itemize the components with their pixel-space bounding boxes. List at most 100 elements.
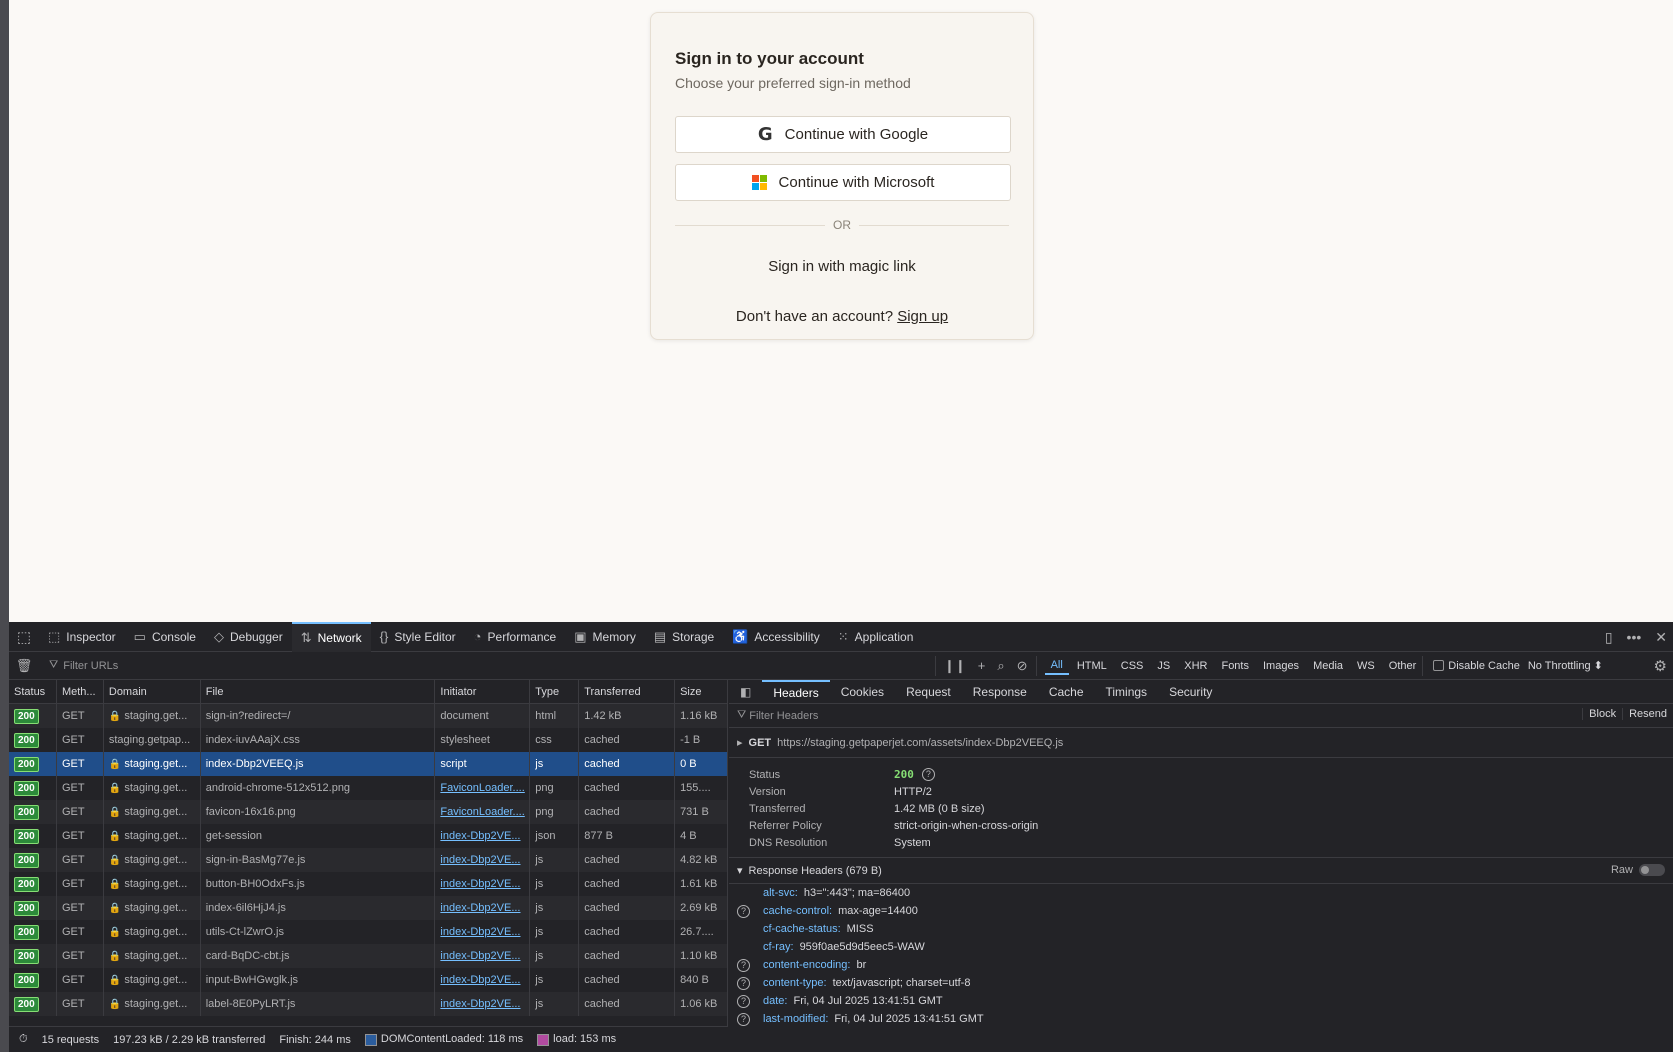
details-tab-security[interactable]: Security xyxy=(1158,680,1223,704)
transferred-text: cached xyxy=(584,782,620,794)
raw-toggle[interactable]: Raw xyxy=(1611,864,1665,876)
table-row[interactable]: 200 GET 🔒 staging.get... favicon-16x16.png Fa… xyxy=(9,800,727,824)
details-tab-cookies[interactable]: Cookies xyxy=(830,680,895,704)
block-icon[interactable]: ⊘ xyxy=(1017,658,1028,674)
table-row[interactable]: 200 GET 🔒 staging.get... index-6il6HjJ4.js in… xyxy=(9,896,727,920)
help-icon[interactable]: ? xyxy=(921,768,935,781)
initiator-text[interactable]: index-Dbp2VE... xyxy=(440,974,520,986)
type-filter-images[interactable]: Images xyxy=(1257,658,1305,674)
table-row[interactable]: 200 GET 🔒 staging.get... sign-in?redirect=/ d… xyxy=(9,704,727,728)
details-tab-response[interactable]: Response xyxy=(962,680,1038,704)
table-row[interactable]: 200 GET 🔒 staging.get... sign-in-BasMg77e.js… xyxy=(9,848,727,872)
help-icon[interactable]: ? xyxy=(737,958,750,972)
column-header-type[interactable]: Type xyxy=(530,680,580,703)
type-filter-js[interactable]: JS xyxy=(1151,658,1176,674)
initiator-text[interactable]: FaviconLoader.... xyxy=(440,806,524,818)
initiator-text[interactable]: FaviconLoader.... xyxy=(440,782,524,794)
help-icon[interactable]: ? xyxy=(737,1012,750,1026)
initiator-text[interactable]: index-Dbp2VE... xyxy=(440,902,520,914)
type-filter-ws[interactable]: WS xyxy=(1351,658,1381,674)
help-icon[interactable]: ? xyxy=(737,904,750,918)
clear-trash-icon[interactable]: 🗑 xyxy=(9,658,39,674)
pause-icon[interactable]: ❙❙ xyxy=(944,658,966,674)
table-row[interactable]: 200 GET 🔒 staging.get... utils-Ct-lZwrO.js in… xyxy=(9,920,727,944)
request-url-row[interactable]: ▸ GET https://staging.getpaperjet.com/as… xyxy=(729,728,1673,758)
details-tab-timings[interactable]: Timings xyxy=(1095,680,1159,704)
help-icon[interactable]: ? xyxy=(737,976,763,990)
table-row[interactable]: 200 GET 🔒 staging.get... button-BH0OdxFs.js i… xyxy=(9,872,727,896)
microsoft-signin-button[interactable]: Continue with Microsoft xyxy=(675,164,1011,201)
initiator-text[interactable]: index-Dbp2VE... xyxy=(440,878,520,890)
initiator-text[interactable]: index-Dbp2VE... xyxy=(440,998,520,1010)
tab-application[interactable]: ⁙ Application xyxy=(829,622,923,652)
column-header-domain[interactable]: Domain xyxy=(104,680,201,703)
more-options-icon[interactable]: ••• xyxy=(1627,629,1642,645)
type-filter-all[interactable]: All xyxy=(1044,657,1069,675)
table-row[interactable]: 200 GET staging.getpap... index-iuvAAajX.cs… xyxy=(9,728,727,752)
table-row[interactable]: 200 GET 🔒 staging.get... android-chrome-512x… xyxy=(9,776,727,800)
throttling-select[interactable]: No Throttling ⬍ xyxy=(1528,659,1603,672)
magic-link-button[interactable]: Sign in with magic link xyxy=(675,258,1009,275)
column-header-file[interactable]: File xyxy=(201,680,436,703)
type-filter-other[interactable]: Other xyxy=(1383,658,1423,674)
cell-transferred: cached xyxy=(579,920,676,944)
column-header-size[interactable]: Size xyxy=(675,680,727,703)
initiator-text[interactable]: index-Dbp2VE... xyxy=(440,830,520,842)
disable-cache-checkbox[interactable]: Disable Cache xyxy=(1433,660,1520,672)
element-picker-icon[interactable]: ⬚ xyxy=(9,622,39,652)
help-icon[interactable]: ? xyxy=(737,1012,763,1026)
type-filter-css[interactable]: CSS xyxy=(1115,658,1150,674)
details-tab-request[interactable]: Request xyxy=(895,680,962,704)
tab-style-editor[interactable]: {} Style Editor xyxy=(371,622,465,652)
column-header-transferred[interactable]: Transferred xyxy=(579,680,676,703)
filter-headers-input[interactable]: ⛛ Filter Headers Block Resend xyxy=(729,704,1673,728)
tab-memory[interactable]: ▣ Memory xyxy=(565,622,645,652)
add-icon[interactable]: + xyxy=(978,658,986,673)
tab-storage[interactable]: ▤ Storage xyxy=(645,622,723,652)
details-tab-headers[interactable]: Headers xyxy=(762,680,830,704)
help-icon[interactable]: ? xyxy=(737,904,763,918)
table-row[interactable]: 200 GET 🔒 staging.get... input-BwHGwglk.js in… xyxy=(9,968,727,992)
details-tab-cache[interactable]: Cache xyxy=(1038,680,1095,704)
tab-inspector[interactable]: ⬚ Inspector xyxy=(39,622,125,652)
toggle-sidebar-icon[interactable]: ◧ xyxy=(729,680,762,704)
signup-link[interactable]: Sign up xyxy=(897,308,948,325)
resend-button[interactable]: Resend xyxy=(1622,708,1667,720)
cell-initiator: index-Dbp2VE... xyxy=(435,992,531,1016)
help-icon[interactable]: ? xyxy=(737,976,750,990)
help-icon[interactable]: ? xyxy=(737,994,750,1008)
domain-text: staging.get... xyxy=(124,902,188,914)
tab-debugger[interactable]: ◇ Debugger xyxy=(205,622,292,652)
table-row[interactable]: 200 GET 🔒 staging.get... label-8E0PyLRT.js in… xyxy=(9,992,727,1016)
help-icon[interactable]: ? xyxy=(737,958,763,972)
column-header-status[interactable]: Status xyxy=(9,680,57,703)
type-filter-xhr[interactable]: XHR xyxy=(1178,658,1213,674)
initiator-text[interactable]: index-Dbp2VE... xyxy=(440,926,520,938)
tab-accessibility[interactable]: ♿ Accessibility xyxy=(723,622,829,652)
filter-urls-input[interactable]: ⛛ Filter URLs xyxy=(39,659,935,672)
search-icon[interactable]: ⌕ xyxy=(997,658,1004,674)
tab-network[interactable]: ⇅ Network xyxy=(291,621,371,652)
dock-icon[interactable]: ▯ xyxy=(1605,629,1613,646)
type-filter-html[interactable]: HTML xyxy=(1071,658,1113,674)
table-row[interactable]: 200 GET 🔒 staging.get... card-BqDC-cbt.js ind… xyxy=(9,944,727,968)
initiator-text[interactable]: index-Dbp2VE... xyxy=(440,950,520,962)
column-header-method[interactable]: Meth... xyxy=(57,680,104,703)
google-signin-button[interactable]: G Continue with Google xyxy=(675,116,1011,153)
help-icon[interactable]: ? xyxy=(737,994,763,1008)
tab-performance[interactable]: ◔ Performance xyxy=(465,622,566,652)
column-header-initiator[interactable]: Initiator xyxy=(435,680,531,703)
close-icon[interactable]: ✕ xyxy=(1655,629,1667,646)
file-text: button-BH0OdxFs.js xyxy=(205,878,305,890)
tab-console[interactable]: ▭ Console xyxy=(125,622,205,652)
microsoft-icon xyxy=(751,175,767,190)
block-button[interactable]: Block xyxy=(1582,708,1616,720)
table-row[interactable]: 200 GET 🔒 staging.get... get-session index-Db… xyxy=(9,824,727,848)
response-headers-section[interactable]: ▾ Response Headers (679 B) Raw xyxy=(729,858,1673,884)
table-row[interactable]: 200 GET 🔒 staging.get... index-Dbp2VEEQ.js sc… xyxy=(9,752,727,776)
type-filter-media[interactable]: Media xyxy=(1307,658,1349,674)
initiator-text: script xyxy=(440,758,467,770)
type-filter-fonts[interactable]: Fonts xyxy=(1215,658,1255,674)
settings-gear-icon[interactable]: ⚙ xyxy=(1654,657,1667,675)
initiator-text[interactable]: index-Dbp2VE... xyxy=(440,854,520,866)
